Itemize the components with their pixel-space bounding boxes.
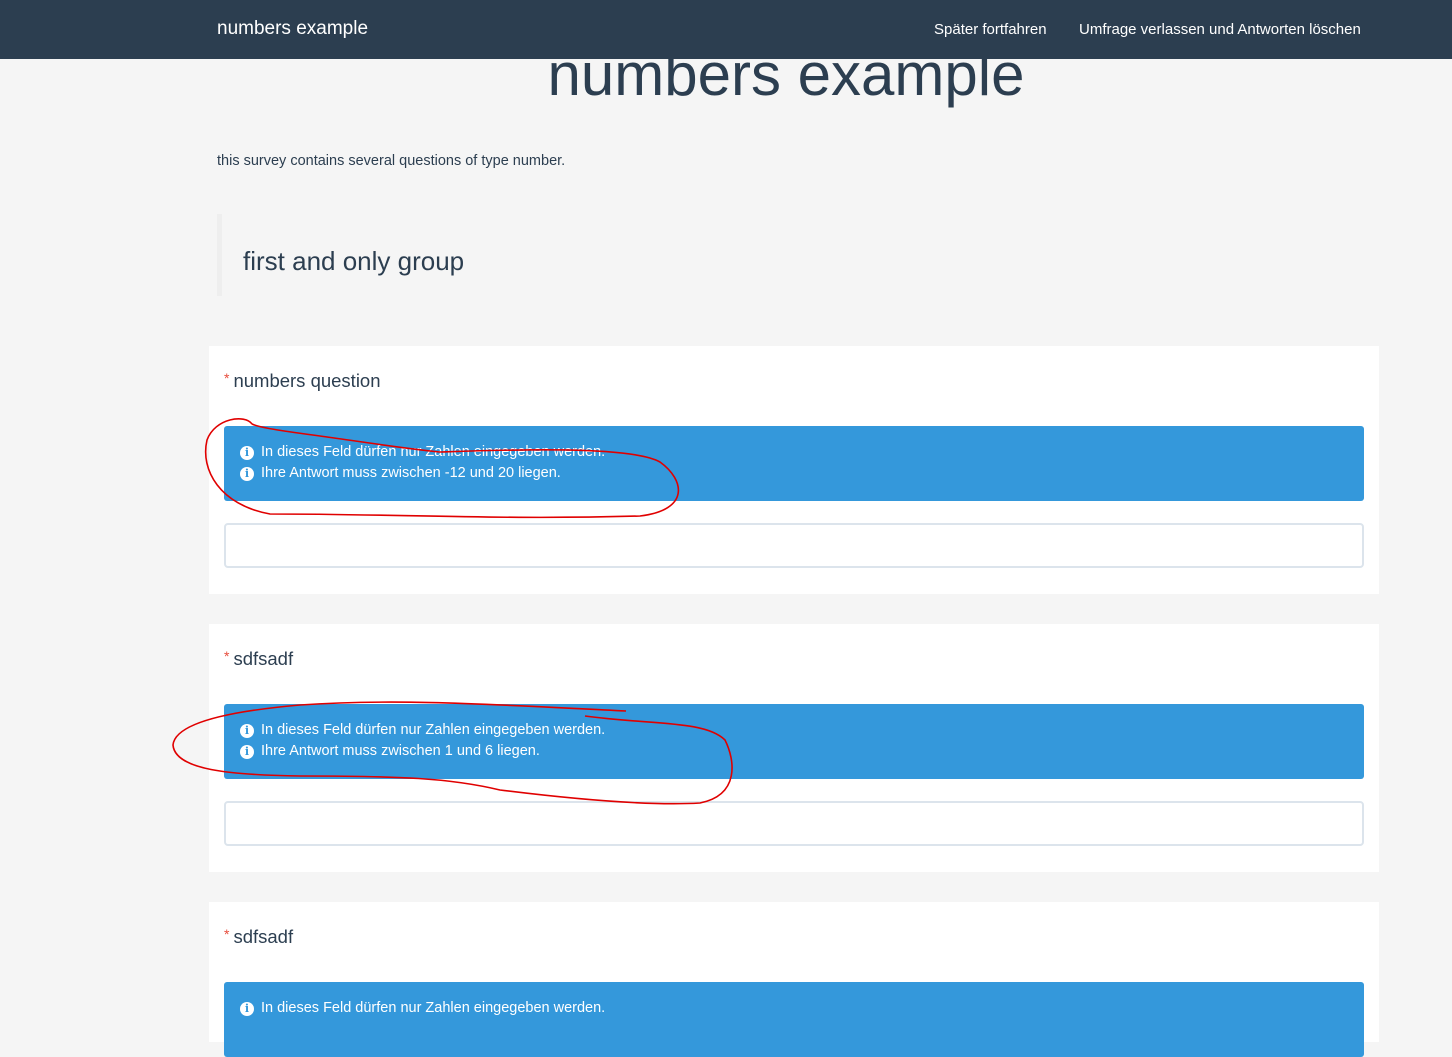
question-help-alert: i In dieses Feld dürfen nur Zahlen eingeg… [224, 982, 1364, 1057]
question-title: * sdfsadf [224, 648, 293, 670]
info-icon: i [240, 724, 254, 738]
help-text: Ihre Antwort muss zwischen 1 und 6 liege… [261, 743, 540, 759]
question-card: * sdfsadf i In dieses Feld dürfen nur Zahl… [209, 624, 1379, 872]
help-text: Ihre Antwort muss zwischen -12 und 20 li… [261, 465, 561, 481]
exit-and-clear-link[interactable]: Umfrage verlassen und Antworten löschen [1079, 21, 1361, 38]
question-help-alert: i In dieses Feld dürfen nur Zahlen eingeg… [224, 704, 1364, 779]
question-label: numbers question [233, 370, 381, 391]
help-text: In dieses Feld dürfen nur Zahlen eingege… [261, 444, 606, 460]
question-title: * sdfsadf [224, 926, 293, 948]
info-icon: i [240, 467, 254, 481]
survey-description: this survey contains several questions o… [217, 153, 566, 169]
question-label: sdfsadf [233, 648, 294, 669]
group-title: first and only group [217, 214, 464, 296]
required-marker: * [224, 926, 230, 942]
number-input[interactable] [224, 801, 1364, 846]
question-card: * sdfsadf i In dieses Feld dürfen nur Zahl… [209, 902, 1379, 1057]
question-title: * numbers question [224, 370, 381, 392]
resume-later-link[interactable]: Später fortfahren [934, 21, 1047, 38]
info-icon: i [240, 745, 254, 759]
number-input[interactable] [224, 523, 1364, 568]
question-help-alert: i In dieses Feld dürfen nur Zahlen eingeg… [224, 426, 1364, 501]
question-card: * numbers question i In dieses Feld dürfen… [209, 346, 1379, 594]
info-icon: i [240, 446, 254, 460]
help-text: In dieses Feld dürfen nur Zahlen eingege… [261, 722, 606, 738]
question-label: sdfsadf [233, 926, 294, 947]
required-marker: * [224, 648, 230, 664]
navbar: numbers example Später fortfahren Umfrag… [0, 0, 1452, 59]
required-marker: * [224, 370, 230, 386]
brand-link[interactable]: numbers example [217, 18, 368, 40]
